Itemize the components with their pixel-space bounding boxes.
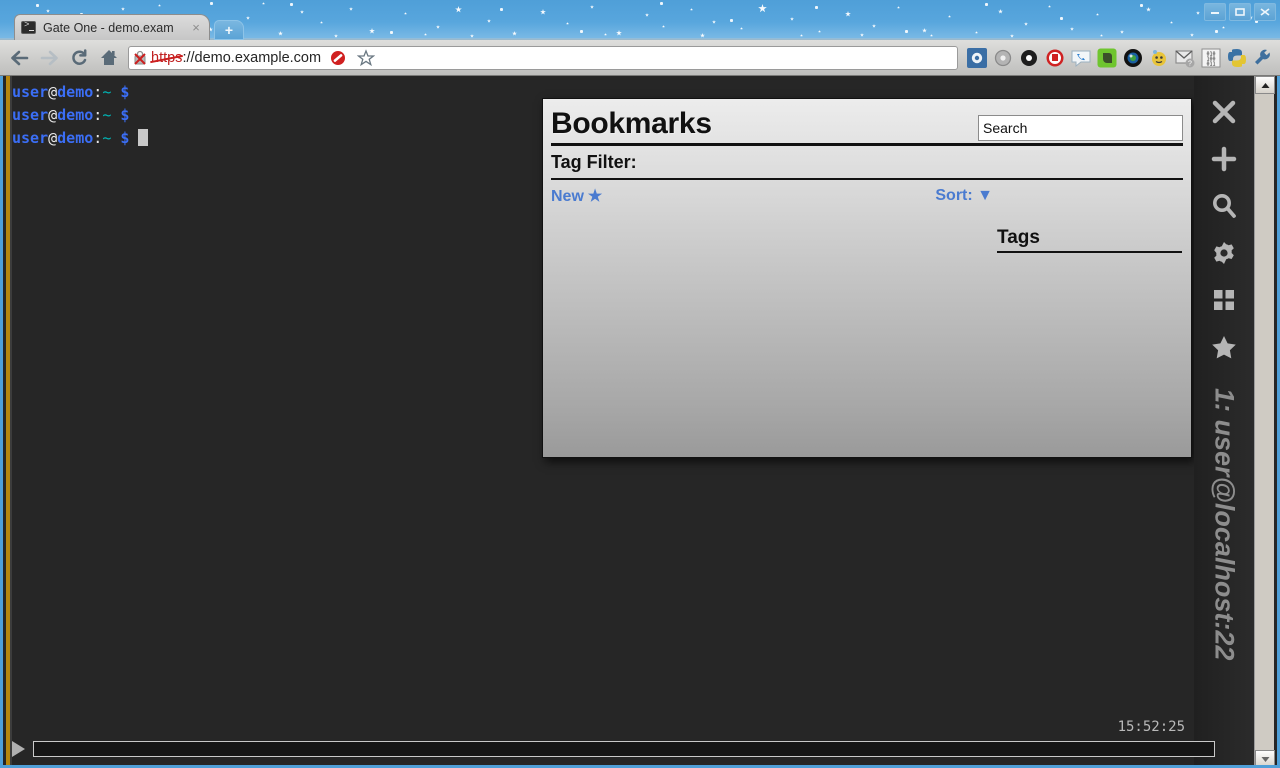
bookmarks-panel: Bookmarks Tag Filter: New★ Sort: ▼ Tags xyxy=(542,98,1192,458)
play-icon[interactable] xyxy=(9,739,27,759)
session-label[interactable]: 1: user@localhost:22 xyxy=(1209,388,1240,660)
sort-button[interactable]: Sort: ▼ xyxy=(935,187,993,205)
tags-heading: Tags xyxy=(997,227,1182,253)
terminal-at: @ xyxy=(48,83,58,101)
bookmark-list[interactable] xyxy=(551,249,991,451)
terminal-command xyxy=(129,106,138,124)
url-bar[interactable]: https://demo.example.com xyxy=(128,45,958,70)
url-scheme: https xyxy=(151,49,183,66)
playback-slider[interactable] xyxy=(33,741,1215,757)
scroll-down-icon[interactable] xyxy=(1255,750,1275,765)
sort-label: Sort: xyxy=(935,187,973,204)
new-tab-button[interactable]: + xyxy=(214,20,244,40)
black-gear-icon[interactable] xyxy=(1016,45,1042,71)
new-bookmark-button[interactable]: New ★ xyxy=(551,186,602,206)
terminal-user: user xyxy=(12,106,49,124)
terminal-user: user xyxy=(12,83,49,101)
gateone-sidebar: 1: user@localhost:22 xyxy=(1194,76,1254,765)
grid-icon[interactable] xyxy=(1202,276,1246,323)
playback-bar xyxy=(9,738,1215,760)
forward-button[interactable] xyxy=(34,43,64,73)
terminal-command xyxy=(129,129,138,147)
terminal-path: ~ xyxy=(102,129,112,147)
tab-title: Gate One - demo.exam xyxy=(43,20,174,35)
terminal-prompt-symbol: $ xyxy=(111,129,130,147)
reload-button[interactable] xyxy=(64,43,94,73)
terminal-cursor xyxy=(138,129,149,146)
star-icon[interactable] xyxy=(1202,323,1246,370)
browser-tab-gate-one[interactable]: Gate One - demo.exam × xyxy=(14,14,210,40)
page-scrollbar[interactable] xyxy=(1254,76,1275,765)
close-icon[interactable]: × xyxy=(189,21,203,35)
scroll-up-icon[interactable] xyxy=(1255,76,1275,94)
url-text: https://demo.example.com xyxy=(151,50,321,66)
page-accent-bar-inner xyxy=(10,76,12,765)
terminal-path: ~ xyxy=(102,83,112,101)
bookmarks-actions: New ★ Sort: ▼ xyxy=(551,180,1183,206)
tag-filter-row[interactable]: Tag Filter: xyxy=(551,146,1183,180)
terminal-host: demo xyxy=(57,129,94,147)
home-button[interactable] xyxy=(94,43,124,73)
wrench-icon[interactable] xyxy=(1250,45,1276,71)
evernote-icon[interactable] xyxy=(1094,45,1120,71)
blue-gear-icon[interactable] xyxy=(964,45,990,71)
terminal-icon xyxy=(21,20,36,34)
blocked-icon[interactable] xyxy=(325,47,351,69)
star-icon: ★ xyxy=(587,188,603,205)
svg-text:?: ? xyxy=(1188,60,1192,67)
search-icon[interactable] xyxy=(1202,182,1246,229)
url-rest: ://demo.example.com xyxy=(182,49,322,66)
close-panel-icon[interactable] xyxy=(1202,88,1246,135)
gear-icon[interactable] xyxy=(1202,229,1246,276)
stop-hand-icon[interactable] xyxy=(1042,45,1068,71)
tags-column: Tags xyxy=(997,227,1182,253)
bookmark-star-icon[interactable] xyxy=(353,47,379,69)
browser-toolbar: https://demo.example.com ? 010 100 011 xyxy=(0,40,1280,76)
mail-question-icon[interactable]: ? xyxy=(1172,45,1198,71)
python-icon[interactable] xyxy=(1224,45,1250,71)
terminal-colon: : xyxy=(93,129,103,147)
terminal-at: @ xyxy=(48,129,58,147)
search-input[interactable] xyxy=(978,115,1183,141)
terminal-host: demo xyxy=(57,83,94,101)
bookmarks-header: Bookmarks xyxy=(551,99,1183,146)
phone-bubble-icon[interactable] xyxy=(1068,45,1094,71)
yellow-face-icon[interactable] xyxy=(1146,45,1172,71)
camera-lens-icon[interactable] xyxy=(1120,45,1146,71)
binary-qr-icon[interactable]: 010 100 011 xyxy=(1198,45,1224,71)
minimize-button[interactable] xyxy=(1204,3,1226,21)
terminal-colon: : xyxy=(93,106,103,124)
url-bar-icons xyxy=(325,47,379,69)
gate-one-page: user@demo:~ $ user@demo:~ $ user@demo:~ … xyxy=(0,76,1280,768)
back-button[interactable] xyxy=(4,43,34,73)
terminal-path: ~ xyxy=(102,106,112,124)
page-title: Bookmarks xyxy=(551,107,712,140)
maximize-button[interactable] xyxy=(1229,3,1251,21)
terminal-prompt-symbol: $ xyxy=(111,106,130,124)
terminal-at: @ xyxy=(48,106,58,124)
svg-text:011: 011 xyxy=(1206,61,1215,67)
terminal-colon: : xyxy=(93,83,103,101)
chevron-down-icon: ▼ xyxy=(977,187,993,204)
new-terminal-icon[interactable] xyxy=(1202,135,1246,182)
gray-gear-icon[interactable] xyxy=(990,45,1016,71)
terminal-command xyxy=(129,83,138,101)
terminal-prompt-symbol: $ xyxy=(111,83,130,101)
close-button[interactable] xyxy=(1254,3,1276,21)
browser-window: Gate One - demo.exam × + xyxy=(0,0,1280,768)
plus-icon: + xyxy=(224,22,234,38)
scrollbar-track[interactable] xyxy=(1255,94,1274,750)
terminal-host: demo xyxy=(57,106,94,124)
tab-strip: Gate One - demo.exam × + xyxy=(0,0,1280,40)
terminal-user: user xyxy=(12,129,49,147)
window-controls xyxy=(1204,3,1276,21)
broken-lock-icon xyxy=(133,50,147,66)
tag-filter-label: Tag Filter: xyxy=(551,152,637,172)
terminal-timestamp: 15:52:25 xyxy=(1117,719,1185,735)
new-bookmark-label: New xyxy=(551,188,584,205)
